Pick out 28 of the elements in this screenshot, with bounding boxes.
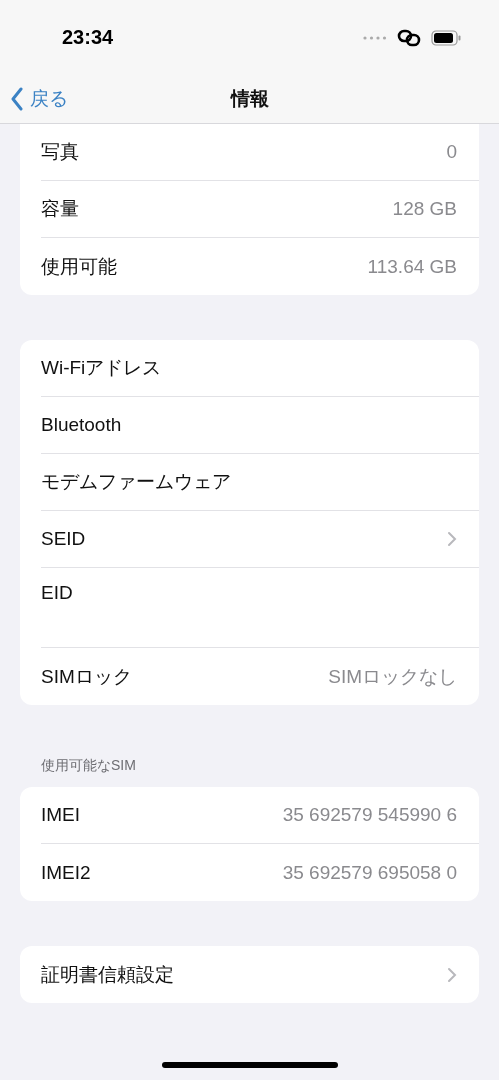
row-value: 35 692579 695058 0	[282, 861, 457, 884]
row-label: IMEI	[41, 804, 81, 826]
row-label: SIMロック	[41, 664, 132, 689]
row-value: 0	[446, 141, 457, 163]
row-label: 写真	[41, 140, 79, 164]
row-value: 128 GB	[392, 198, 457, 220]
row-label: Wi-Fiアドレス	[41, 356, 162, 380]
row-label: 使用可能	[41, 254, 117, 279]
row-value: SIMロックなし	[328, 664, 457, 689]
row-label: モデムファームウェア	[41, 470, 231, 494]
row-label: EID	[41, 581, 73, 604]
back-chevron-icon	[10, 87, 24, 111]
row-value: 113.64 GB	[367, 255, 457, 278]
chevron-icon[interactable]	[447, 966, 457, 983]
row-label: SEID	[41, 528, 86, 550]
battery-icon	[431, 29, 461, 46]
page-title: 情報	[230, 87, 269, 111]
link-icon	[397, 28, 421, 47]
row-label: IMEI2	[41, 861, 91, 884]
back-button[interactable]: 戻る	[0, 86, 68, 112]
status-time: 23:34	[62, 26, 114, 49]
row-label: Bluetooth	[41, 414, 122, 436]
section-header: 使用可能なSIM	[40, 756, 137, 775]
row-label: 容量	[41, 197, 79, 221]
chevron-icon[interactable]	[447, 531, 457, 547]
row-value: 35 692579 545990 6	[282, 804, 457, 826]
row-label: 証明書信頼設定	[41, 962, 174, 987]
signal-dots-icon	[363, 35, 387, 40]
